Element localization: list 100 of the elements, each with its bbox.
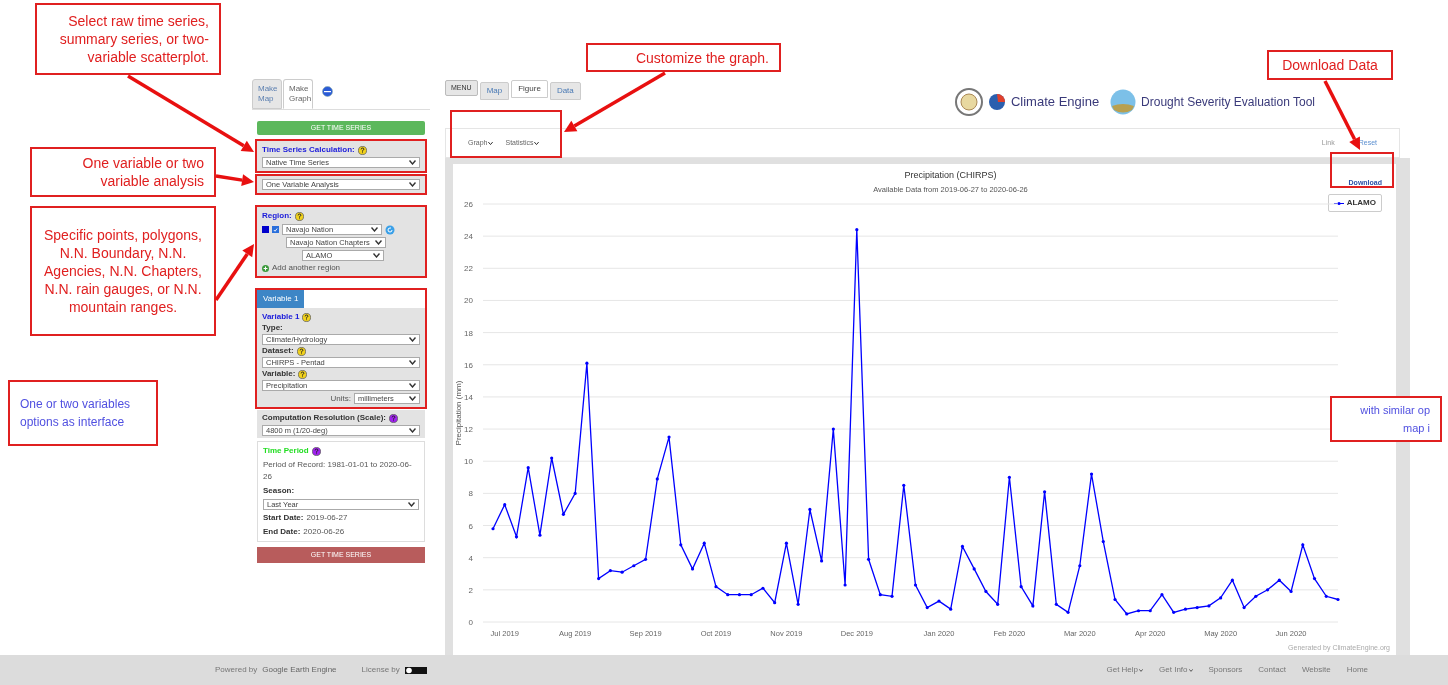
tab[interactable]: Map [479,82,510,100]
footer-link[interactable]: Get Info [1159,664,1193,676]
field-label: Variable: [262,369,296,379]
axis-tick-label: 22 [464,264,473,274]
footer-link[interactable]: Home [1346,664,1368,676]
field-label: Computation Resolution (Scale): [262,412,386,424]
data-point [902,483,906,487]
date-value: 2019-06-27 [306,512,348,524]
tab[interactable]: Make Map [252,79,282,109]
data-point [1219,596,1223,600]
data-point [855,228,859,232]
data-point [538,533,542,537]
data-point [667,435,671,439]
data-point [1289,589,1293,594]
data-point [1230,578,1234,582]
data-point [1324,594,1328,598]
field-label: Start Date: [263,512,304,524]
data-point [1183,607,1188,611]
tool-title: Drought Severity Evaluation Tool [1141,94,1315,111]
axis-tick-label: 18 [464,328,473,338]
footer-link[interactable]: Contact [1258,664,1286,676]
data-point [1089,472,1094,476]
field-label: Time Series Calculation: [262,144,355,156]
caret-icon [409,182,416,187]
data-point [1125,612,1129,616]
data-point [690,567,695,571]
help-icon[interactable] [389,413,398,423]
data-point [632,564,636,568]
add-region-link[interactable]: Add another region [272,263,341,273]
caret-icon [534,140,540,146]
data-point [1148,609,1152,613]
info-icon[interactable] [322,86,333,97]
add-icon[interactable] [262,264,269,272]
caret-icon [371,227,378,232]
data-point [773,601,777,605]
brand-name: Climate Engine [1010,93,1100,112]
caret-icon [409,360,416,365]
data-point [1195,605,1199,610]
data-point [925,605,929,610]
data-point [1172,610,1176,614]
checkbox[interactable] [272,226,279,233]
data-point [949,607,953,611]
axis-tick-label: 6 [468,521,473,531]
data-point [514,535,519,539]
data-point [643,557,648,561]
data-point [597,577,601,581]
data-point [1301,543,1305,547]
caret-icon [408,502,415,507]
data-point [831,427,835,431]
data-point [749,593,753,597]
color-swatch[interactable] [262,226,269,233]
caret-icon [409,160,416,165]
tab[interactable]: Make Graph [283,79,313,109]
help-icon[interactable] [302,312,312,322]
field-label: Units: [330,393,351,404]
annotation-callout: Customize the graph. [586,43,781,72]
data-point [1242,605,1246,610]
chart-title: Precipitation (CHIRPS) [904,170,997,180]
globe-logo-icon [987,93,1006,111]
data-point [585,361,589,365]
field-label: Variable 1 [262,312,300,322]
axis-title: Precipitation (mm) [454,380,463,446]
data-point [843,583,847,587]
field-label: Time Period [263,445,309,457]
tab[interactable]: Data [549,82,581,100]
data-point [960,544,965,549]
axis-tick-label: 26 [464,200,473,209]
record-text: Period of Record: 1981-01-01 to 2020-06-26 [263,459,413,483]
annotation-callout: Specific points, polygons, N.N. Boundary, N.N. Agencies, N.N. Chapters, N.N. rain gauges, or N.N. mountain ranges. [30,206,216,336]
axis-tick-label: 10 [464,457,473,467]
data-point [737,593,742,597]
help-icon[interactable] [294,211,304,221]
data-point [1266,588,1270,592]
help-icon[interactable] [298,369,308,379]
caret-icon [409,396,416,401]
seal-icon [954,88,983,116]
tab[interactable]: Figure [511,80,548,98]
data-point [878,593,882,597]
footer-link[interactable]: Website [1301,664,1331,676]
data-point [1054,602,1058,606]
legend-label: ALAMO [1346,197,1376,209]
footer-link[interactable]: Get Help [1106,664,1144,676]
data-point [1277,578,1281,582]
footer-link[interactable]: Sponsors [1208,664,1243,676]
annotation-arrow [214,244,254,301]
data-point [1160,593,1164,597]
axis-tick-label: 4 [468,553,473,563]
annotation-callout: One variable or two variable analysis [30,147,216,197]
help-icon[interactable] [296,346,306,356]
help-icon[interactable] [311,446,321,456]
data-point [1031,604,1035,608]
data-point [1207,604,1211,608]
data-point [937,599,941,603]
help-icon[interactable] [357,145,367,155]
annotation-callout: Download Data [1267,50,1393,80]
axis-tick-label: 0 [468,618,473,627]
tab[interactable]: Variable 1 [257,290,305,308]
caret-icon [375,240,382,245]
data-point [820,559,824,563]
axis-tick-label: 20 [464,296,473,306]
